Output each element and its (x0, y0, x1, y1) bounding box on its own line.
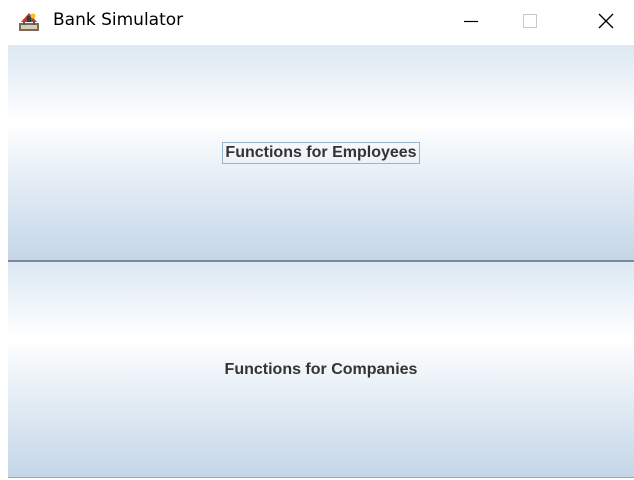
minimize-button[interactable] (448, 0, 494, 45)
maximize-icon (523, 14, 537, 28)
app-window: Bank Simulator Functions for Employees F… (0, 0, 634, 480)
window-title: Bank Simulator (53, 10, 184, 30)
minimize-icon (464, 20, 478, 23)
functions-for-companies-button[interactable]: Functions for Companies (8, 262, 634, 478)
app-icon[interactable] (18, 10, 40, 32)
maximize-button[interactable] (508, 0, 554, 45)
title-bar[interactable]: Bank Simulator (0, 0, 634, 45)
close-icon (598, 13, 614, 29)
functions-for-companies-label: Functions for Companies (224, 360, 418, 378)
main-content: Functions for Employees Functions for Co… (8, 45, 634, 480)
close-button[interactable] (585, 0, 631, 45)
functions-for-employees-button[interactable]: Functions for Employees (8, 45, 634, 262)
functions-for-employees-label: Functions for Employees (222, 141, 420, 164)
